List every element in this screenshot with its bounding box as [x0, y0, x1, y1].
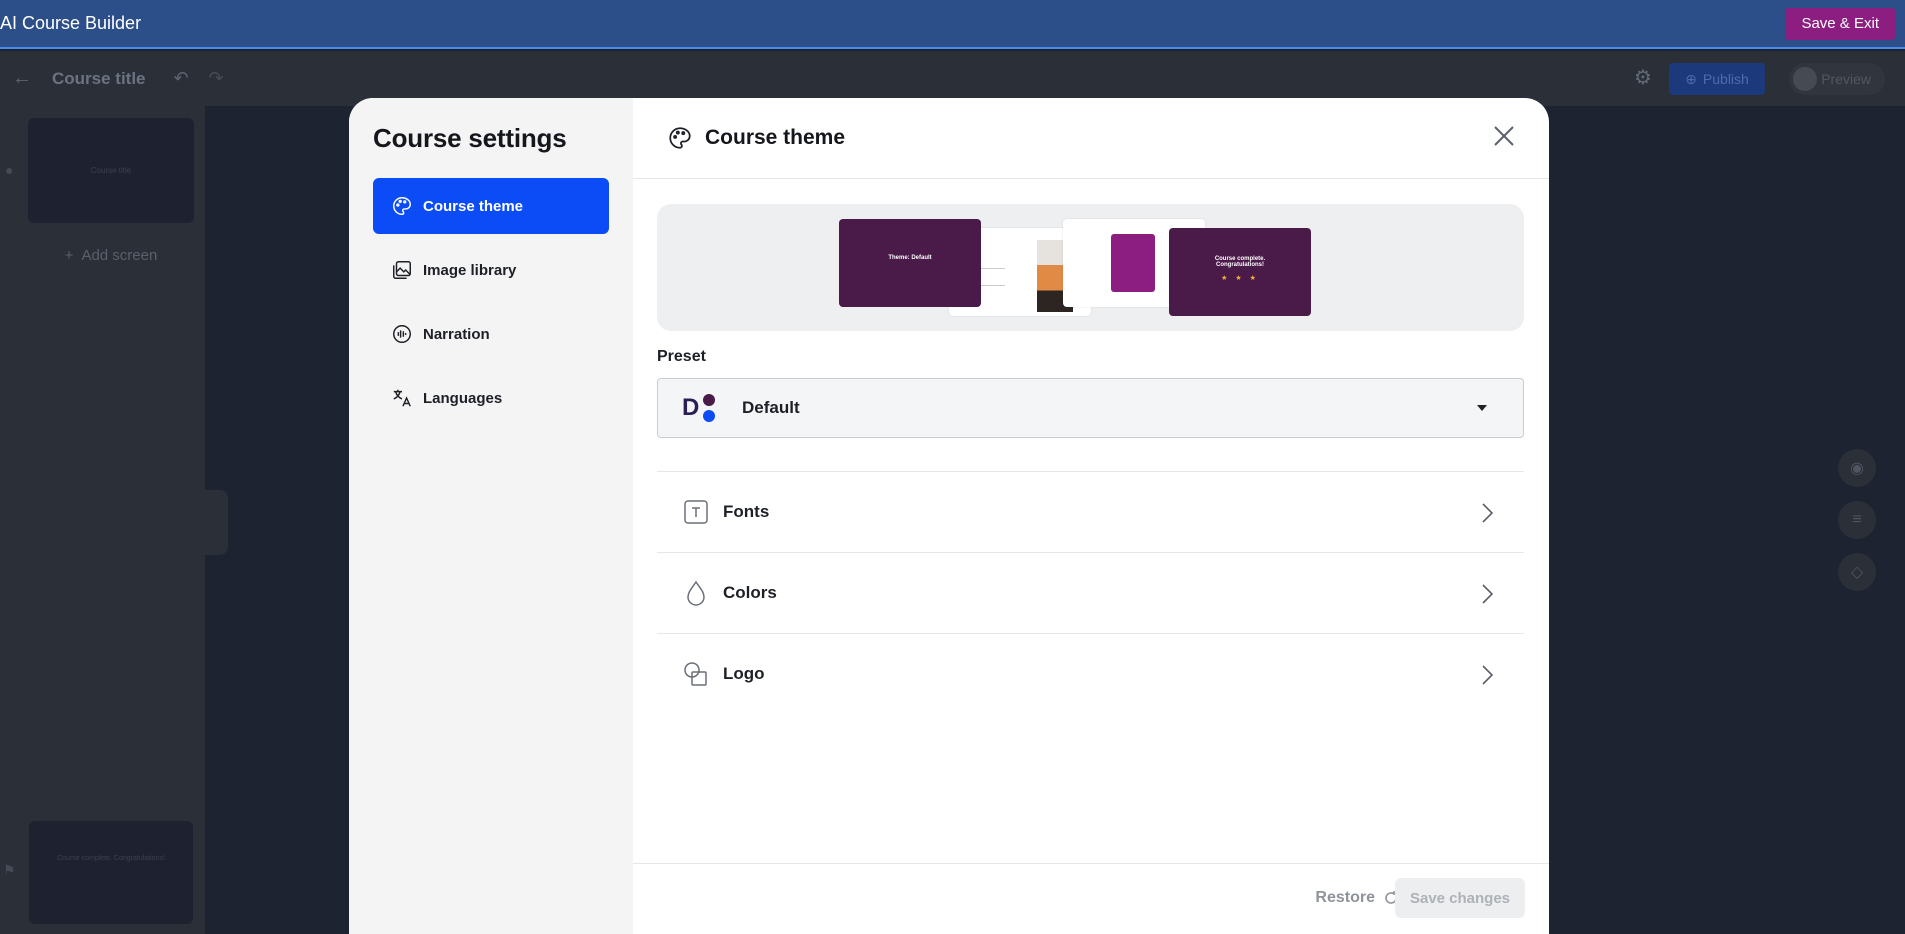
content-header: Course theme: [633, 98, 1549, 179]
slide-title: Course complete. Congratulations!: [1214, 256, 1266, 268]
settings-content: Course theme Theme: Default Course compl…: [633, 98, 1549, 934]
modal-footer: Restore Save changes: [633, 863, 1549, 934]
nav-course-theme[interactable]: Course theme: [373, 178, 609, 234]
chevron-right-icon: [1482, 665, 1494, 685]
nav-narration[interactable]: Narration: [373, 306, 609, 362]
save-changes-button[interactable]: Save changes: [1395, 878, 1525, 918]
course-settings-modal: Course settings Course theme Image libra…: [349, 98, 1549, 934]
option-label: Colors: [723, 583, 777, 602]
font-icon: [684, 500, 708, 524]
panel-collapse-handle[interactable]: [205, 490, 228, 555]
droplet-icon[interactable]: ◇: [1838, 553, 1876, 591]
restore-button[interactable]: Restore: [1315, 878, 1399, 918]
chevron-right-icon: [1482, 584, 1494, 604]
chevron-right-icon: [1482, 503, 1494, 523]
add-screen-button[interactable]: + Add screen: [28, 234, 194, 276]
image-icon: [393, 261, 411, 279]
restore-label: Restore: [1315, 889, 1375, 906]
option-label: Fonts: [723, 502, 770, 521]
preview-label: Preview: [1821, 71, 1871, 87]
option-logo[interactable]: Logo: [657, 633, 1524, 714]
preset-dropdown[interactable]: D Default: [657, 378, 1524, 438]
star-rating: ★ ★ ★: [1221, 275, 1259, 282]
nav-label: Course theme: [423, 197, 524, 215]
settings-sidebar: Course settings Course theme Image libra…: [349, 98, 633, 934]
plus-icon: +: [64, 246, 74, 264]
sidebar-title: Course settings: [373, 123, 567, 153]
preview-toggle[interactable]: Preview: [1789, 63, 1885, 95]
shapes-icon: [684, 662, 707, 686]
preset-value: Default: [742, 398, 800, 417]
add-screen-label: Add screen: [81, 246, 158, 264]
translate-icon: [393, 389, 411, 407]
eye-icon[interactable]: ◉: [1838, 449, 1876, 487]
preview-card: [1111, 234, 1155, 292]
thumb-title: Course title: [90, 166, 132, 175]
course-title[interactable]: Course title: [52, 69, 146, 89]
preset-logo-letter: D: [682, 394, 700, 421]
publish-label: Publish: [1702, 71, 1749, 87]
preview-slide-1: Theme: Default: [839, 219, 981, 307]
palette-icon: [393, 197, 411, 215]
palette-icon: [669, 127, 691, 149]
save-exit-button[interactable]: Save & Exit: [1785, 7, 1895, 40]
publish-button[interactable]: ⊕ Publish: [1669, 63, 1765, 95]
theme-preview: Theme: Default Course complete. Congratu…: [657, 204, 1524, 331]
caret-down-icon: [1477, 405, 1487, 411]
back-arrow-icon[interactable]: ←: [12, 67, 42, 90]
publish-icon: ⊕: [1685, 70, 1697, 87]
nav-languages[interactable]: Languages: [373, 370, 609, 426]
redo-icon[interactable]: ↷: [209, 68, 224, 89]
preset-label: Preset: [657, 348, 706, 365]
thumb-title: Course complete. Congratulations!: [57, 855, 165, 862]
droplet-icon: [687, 580, 705, 606]
flag-icon: ⚑: [3, 862, 16, 878]
color-dot: [703, 394, 716, 406]
location-pin-icon: ●: [5, 162, 14, 178]
preset-logo: D: [682, 394, 742, 422]
option-colors[interactable]: Colors: [657, 552, 1524, 633]
content-title: Course theme: [705, 126, 846, 149]
gear-icon[interactable]: ⚙: [1634, 65, 1652, 90]
preview-slide-4: Course complete. Congratulations! ★ ★ ★: [1169, 228, 1311, 316]
close-icon[interactable]: [1489, 121, 1519, 151]
color-dot: [703, 410, 716, 422]
app-bar: AI Course Builder Save & Exit: [0, 0, 1905, 49]
nav-label: Narration: [423, 325, 490, 343]
audio-wave-icon: [393, 325, 411, 343]
toggle-knob: [1793, 67, 1817, 91]
screen-thumbnail-last[interactable]: Course complete. Congratulations!: [29, 821, 193, 924]
screens-panel: ● Course title + Add screen ⚑ Course com…: [0, 106, 205, 934]
screen-thumbnail-first[interactable]: Course title: [28, 118, 194, 223]
nav-image-library[interactable]: Image library: [373, 242, 609, 298]
option-label: Logo: [723, 664, 765, 683]
option-fonts[interactable]: Fonts: [657, 471, 1524, 552]
app-title: AI Course Builder: [0, 13, 142, 33]
slide-title: Theme: Default: [888, 255, 932, 261]
undo-icon[interactable]: ↶: [174, 68, 189, 89]
align-icon[interactable]: ≡: [1838, 501, 1876, 539]
nav-label: Image library: [423, 261, 517, 279]
nav-label: Languages: [423, 389, 503, 407]
theme-options-list: Fonts Colors Logo: [657, 471, 1524, 714]
